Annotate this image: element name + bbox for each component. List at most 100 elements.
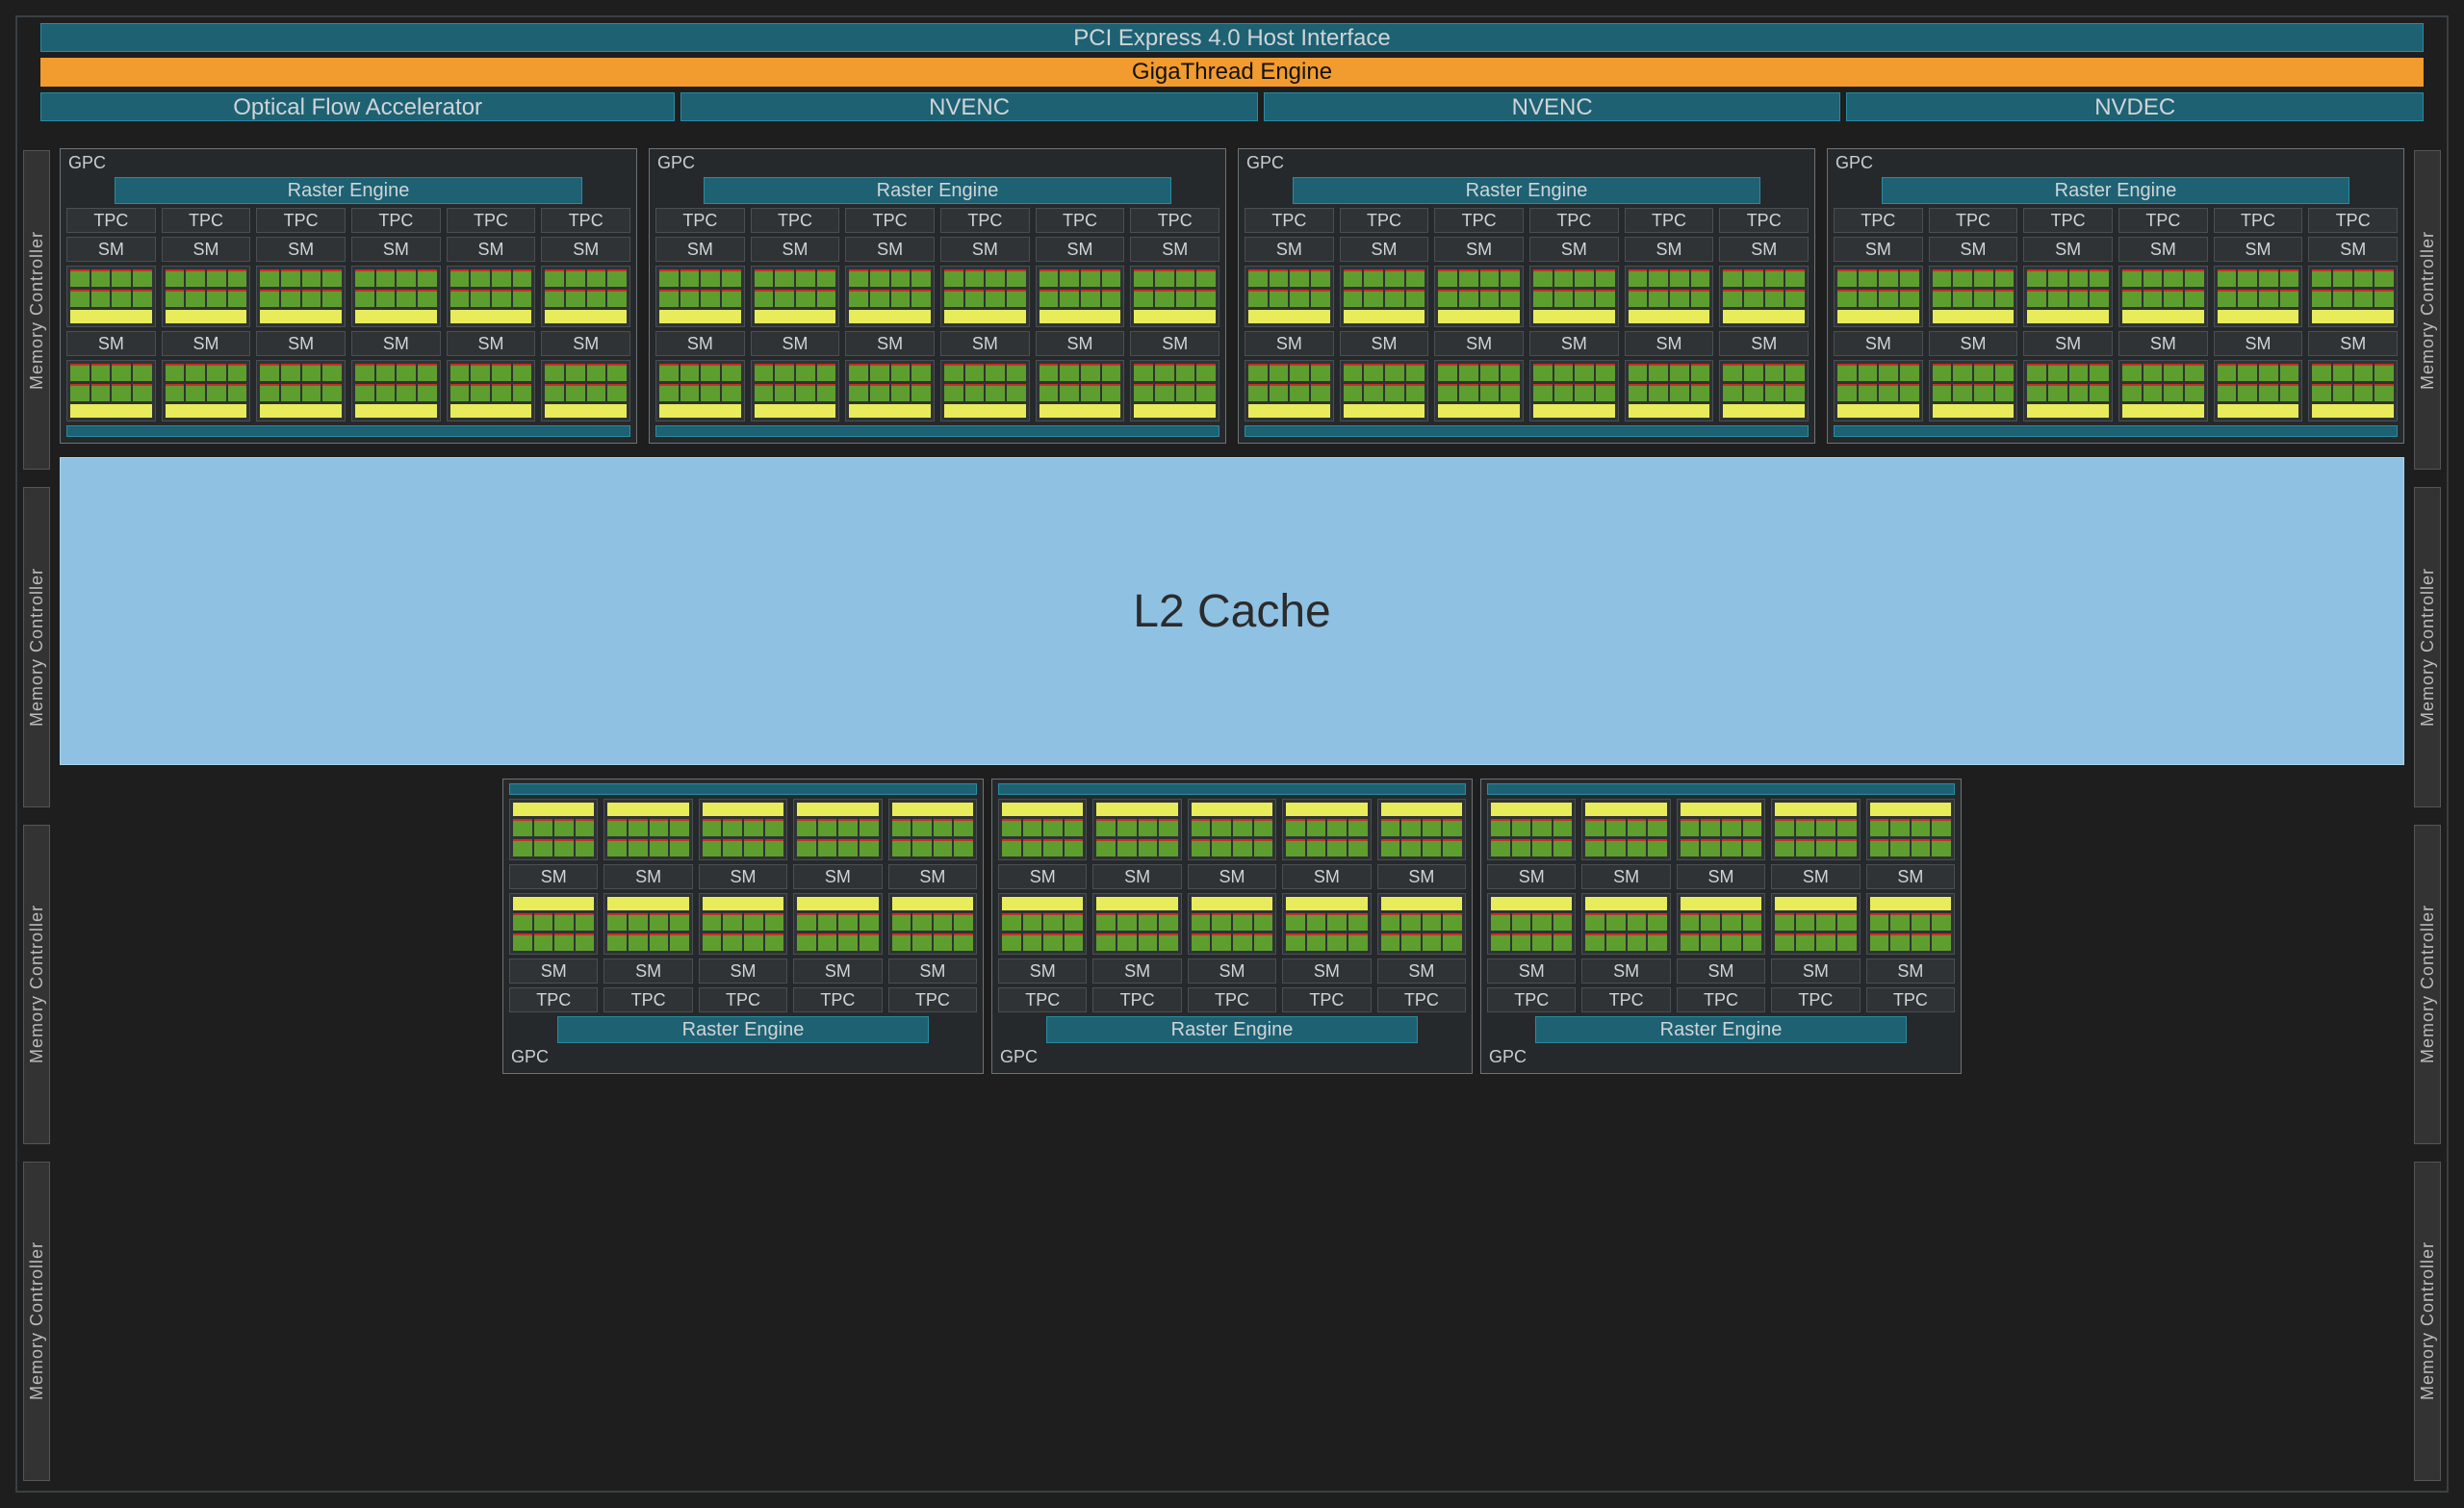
cuda-core-column bbox=[1629, 384, 1648, 401]
tensor-core-bar bbox=[260, 310, 342, 323]
cuda-core-column bbox=[1102, 290, 1121, 307]
cuda-core-column bbox=[1816, 819, 1835, 836]
cuda-core-column bbox=[554, 933, 574, 951]
cuda-core-column bbox=[838, 819, 858, 836]
tpc-column bbox=[447, 266, 536, 327]
sm-block bbox=[940, 266, 1030, 327]
tensor-core-bar bbox=[1134, 404, 1216, 418]
cuda-core-column bbox=[2048, 290, 2067, 307]
cuda-core-column bbox=[1933, 290, 1952, 307]
cuda-core-column bbox=[1629, 290, 1648, 307]
sm-label: SM bbox=[1092, 864, 1181, 889]
cuda-core-column bbox=[566, 269, 585, 287]
cuda-core-column bbox=[1933, 384, 1952, 401]
cuda-core-column bbox=[1870, 819, 1889, 836]
tensor-core-bar bbox=[1134, 310, 1216, 323]
sm-block bbox=[1677, 799, 1765, 860]
cuda-core-column bbox=[1723, 269, 1742, 287]
tpc-column bbox=[1434, 360, 1524, 422]
cuda-core-column bbox=[566, 290, 585, 307]
cuda-core-column bbox=[2354, 384, 2374, 401]
cuda-core-column bbox=[1491, 819, 1510, 836]
cuda-core-column bbox=[1649, 290, 1668, 307]
cuda-core-column bbox=[723, 913, 742, 931]
cuda-core-column bbox=[1585, 913, 1604, 931]
cuda-core-column bbox=[722, 384, 741, 401]
cuda-core-column bbox=[629, 933, 648, 951]
cuda-core-column bbox=[797, 839, 816, 856]
tpc-column bbox=[1092, 893, 1181, 955]
cuda-core-column bbox=[281, 290, 300, 307]
cuda-core-column bbox=[2218, 364, 2237, 381]
cuda-core-column bbox=[2122, 384, 2142, 401]
cuda-core-column bbox=[471, 364, 490, 381]
cuda-core-column bbox=[607, 819, 627, 836]
cuda-core-column bbox=[376, 269, 396, 287]
sm-block bbox=[998, 799, 1087, 860]
cuda-core-column bbox=[860, 913, 879, 931]
cuda-core-column bbox=[1837, 819, 1857, 836]
tensor-core-bar bbox=[1837, 404, 1919, 418]
cuda-core-column bbox=[670, 913, 689, 931]
cuda-core-column bbox=[818, 933, 837, 951]
cuda-core-column bbox=[1596, 384, 1615, 401]
cuda-core-column bbox=[1933, 269, 1952, 287]
cuda-core-column bbox=[934, 819, 953, 836]
cuda-core-column bbox=[629, 819, 648, 836]
cuda-core-column bbox=[2185, 384, 2204, 401]
cuda-core-column bbox=[1629, 364, 1648, 381]
raster-engine: Raster Engine bbox=[115, 177, 582, 204]
cuda-core-column bbox=[796, 290, 815, 307]
cuda-core-column bbox=[1585, 839, 1604, 856]
cuda-core-column bbox=[797, 819, 816, 836]
tpc-column bbox=[1188, 893, 1276, 955]
cuda-core-column bbox=[1974, 269, 1993, 287]
memory-controller: Memory Controller bbox=[23, 1162, 50, 1481]
cuda-core-column bbox=[260, 384, 279, 401]
cuda-core-column bbox=[450, 364, 470, 381]
cuda-core-column bbox=[1995, 384, 2015, 401]
cuda-core-column bbox=[891, 364, 911, 381]
cuda-core-column bbox=[1401, 839, 1421, 856]
cuda-core-column bbox=[755, 384, 774, 401]
cuda-core-column bbox=[796, 364, 815, 381]
sm-block bbox=[1188, 893, 1276, 955]
sm-label: SM bbox=[1245, 237, 1334, 262]
cuda-core-column bbox=[1491, 913, 1510, 931]
cuda-core-column bbox=[1596, 269, 1615, 287]
memory-controller: Memory Controller bbox=[2414, 825, 2441, 1144]
gpc: GPCRaster EngineTPCTPCTPCTPCTPCTPCSMSMSM… bbox=[60, 148, 637, 444]
cuda-core-column bbox=[1139, 819, 1158, 836]
cuda-core-column bbox=[1096, 819, 1116, 836]
cuda-core-column bbox=[1443, 839, 1462, 856]
memory-controller: Memory Controller bbox=[2414, 487, 2441, 806]
cuda-core-column bbox=[2280, 384, 2299, 401]
cuda-core-column bbox=[2312, 290, 2331, 307]
cuda-core-column bbox=[911, 364, 931, 381]
cuda-core-column bbox=[513, 933, 532, 951]
tpc-label: TPC bbox=[845, 208, 935, 233]
sm-block bbox=[1188, 799, 1276, 860]
cuda-core-column bbox=[2164, 269, 2183, 287]
cuda-core-column bbox=[1932, 913, 1951, 931]
tpc-column bbox=[1625, 360, 1714, 422]
cuda-core-column bbox=[1606, 913, 1626, 931]
sm-block bbox=[793, 893, 882, 955]
sm-label: SM bbox=[1487, 958, 1576, 984]
cuda-core-column bbox=[744, 933, 763, 951]
tpc-column bbox=[1719, 360, 1809, 422]
cuda-core-column bbox=[1043, 839, 1063, 856]
cuda-core-column bbox=[1932, 819, 1951, 836]
gpc-label: GPC bbox=[998, 1047, 1466, 1067]
sm-label: SM bbox=[1377, 958, 1466, 984]
tensor-core-bar bbox=[755, 310, 836, 323]
sm-label: SM bbox=[162, 331, 251, 356]
cuda-core-column bbox=[1816, 839, 1835, 856]
cuda-core-column bbox=[2259, 384, 2278, 401]
cuda-core-column bbox=[1406, 269, 1425, 287]
tensor-core-bar bbox=[450, 310, 532, 323]
cuda-core-column bbox=[1722, 913, 1741, 931]
cuda-core-column bbox=[1575, 290, 1594, 307]
sm-label: SM bbox=[351, 237, 441, 262]
tensor-core-bar bbox=[1837, 310, 1919, 323]
